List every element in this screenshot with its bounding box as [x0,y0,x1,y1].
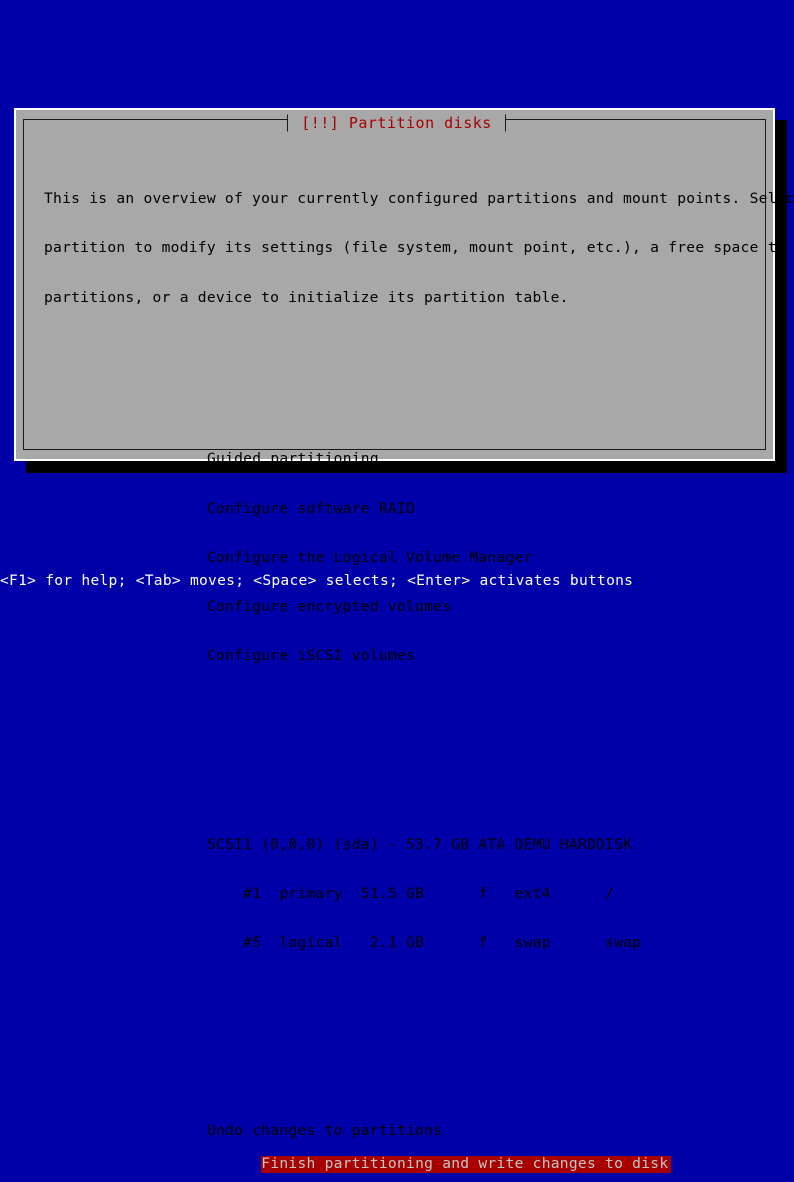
menu-item-configure-lvm[interactable]: Configure the Logical Volume Manager [207,549,757,566]
menu-item-guided-partitioning[interactable]: Guided partitioning [207,450,757,467]
partition-row-5[interactable]: #5 logical 2.1 GB f swap swap [207,934,757,951]
disk-header-sda[interactable]: SCSI1 (0,0,0) (sda) - 53.7 GB ATA QEMU H… [207,836,757,853]
menu-item-configure-software-raid[interactable]: Configure software RAID [207,500,757,517]
action-finish-partitioning[interactable]: Finish partitioning and write changes to… [261,1155,672,1173]
partition-tools-menu: Guided partitioning Configure software R… [207,419,757,698]
spacer-after-disk [32,1033,757,1041]
spacer-after-description [32,355,757,369]
description-line-3: partitions, or a device to initialize it… [44,288,569,306]
menu-item-configure-iscsi-volumes[interactable]: Configure iSCSI volumes [207,647,757,664]
description-line-1: This is an overview of your currently co… [44,190,794,208]
partition-row-1[interactable]: #1 primary 51.5 GB f ext4 / [207,885,757,902]
description-line-2: partition to modify its settings (file s… [44,239,794,257]
dialog-content: This is an overview of your currently co… [24,120,794,1173]
menu-item-configure-encrypted-volumes[interactable]: Configure encrypted volumes [207,598,757,615]
partition-actions: Undo changes to partitions Finish partit… [207,1091,757,1182]
action-undo-changes[interactable]: Undo changes to partitions [207,1123,757,1140]
partition-disks-dialog: [!!] Partition disks This is an overview… [14,108,794,1173]
status-bar: <F1> for help; <Tab> moves; <Space> sele… [0,569,794,591]
status-bar-text: <F1> for help; <Tab> moves; <Space> sele… [0,571,634,589]
spacer-after-menu [32,747,757,755]
disk-listing: SCSI1 (0,0,0) (sda) - 53.7 GB ATA QEMU H… [207,804,757,984]
